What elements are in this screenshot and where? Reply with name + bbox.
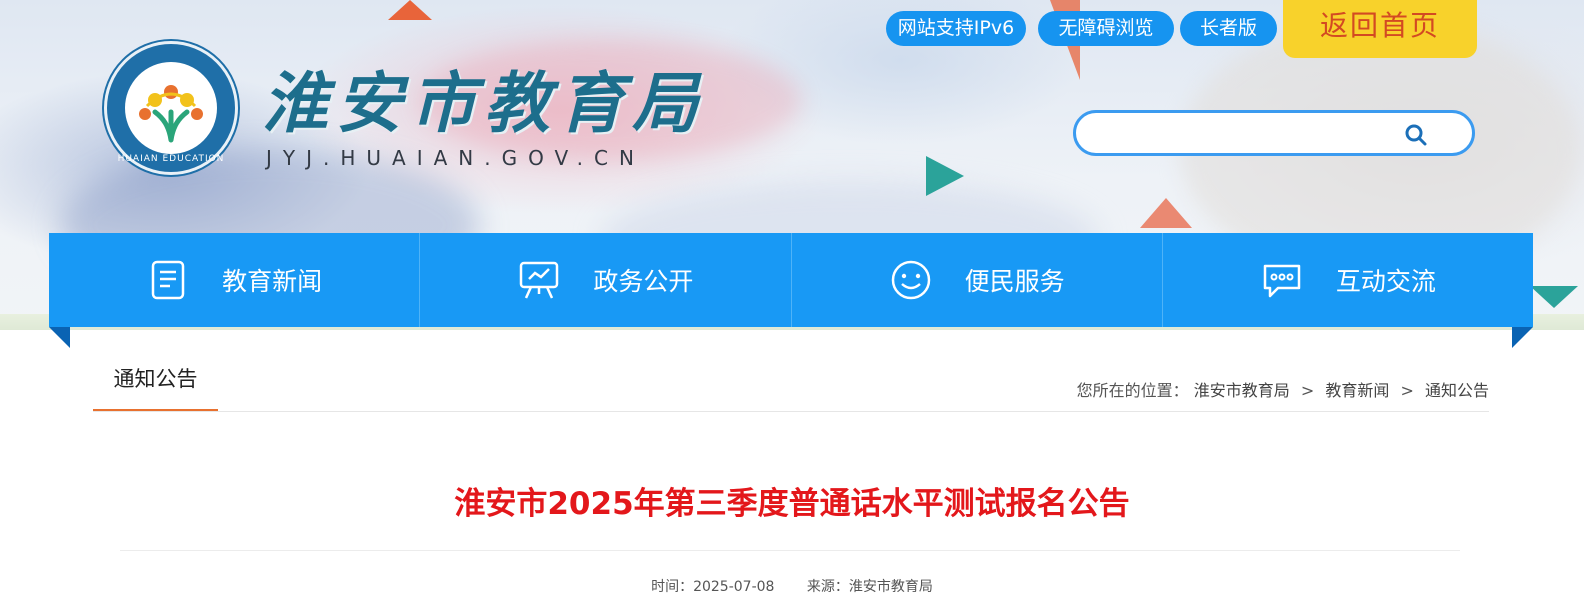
breadcrumb-prefix: 您所在的位置： (1076, 381, 1189, 400)
document-icon (151, 260, 185, 300)
nav-item-label: 便民服务 (964, 267, 1065, 296)
site-domain: JYJ.HUAIAN.GOV.CN (266, 146, 645, 170)
site-logo[interactable]: HUAIAN EDUCATION (104, 41, 238, 175)
article-meta: 时间：2025-07-08 来源：淮安市教育局 (0, 576, 1584, 596)
elder-mode-link[interactable]: 长者版 (1180, 11, 1277, 46)
nav-fold-left (49, 327, 70, 348)
search-icon[interactable] (1404, 123, 1428, 147)
breadcrumb-item[interactable]: 淮安市教育局 (1194, 381, 1290, 400)
tab-notices[interactable]: 通知公告 (93, 355, 218, 411)
site-name: 淮安市教育局 (262, 64, 706, 142)
accessibility-link[interactable]: 无障碍浏览 (1038, 11, 1174, 46)
breadcrumb-separator: > (1400, 381, 1414, 400)
decor-triangle (926, 156, 964, 196)
main-nav: 教育新闻 政务公开 便民服务 互动交流 (49, 233, 1533, 327)
nav-fold-right (1512, 327, 1533, 348)
breadcrumb-separator: > (1300, 381, 1315, 400)
decor-triangle (388, 0, 432, 20)
breadcrumb: 您所在的位置： 淮安市教育局 > 教育新闻 > 通知公告 (1077, 377, 1489, 401)
nav-item-public-services[interactable]: 便民服务 (792, 233, 1163, 327)
section-tabbar: 通知公告 您所在的位置： 淮安市教育局 > 教育新闻 > 通知公告 (93, 355, 1489, 412)
nav-item-label: 互动交流 (1335, 267, 1436, 296)
search-box[interactable] (1073, 110, 1475, 156)
chat-bubble-icon (1263, 264, 1301, 298)
article-source: 来源：淮安市教育局 (806, 579, 933, 595)
home-button[interactable]: 返回首页 (1283, 0, 1477, 58)
ipv6-link[interactable]: 网站支持IPv6 (886, 11, 1026, 46)
search-input[interactable] (1096, 121, 1400, 149)
nav-item-label: 教育新闻 (222, 267, 323, 296)
nav-item-education-news[interactable]: 教育新闻 (49, 233, 421, 327)
presentation-board-icon (520, 261, 559, 299)
breadcrumb-item[interactable]: 通知公告 (1425, 381, 1489, 400)
publish-time: 时间：2025-07-08 (651, 579, 775, 595)
decor-triangle (1530, 286, 1578, 308)
smiley-icon (891, 260, 930, 300)
tree-emblem-icon (139, 85, 203, 143)
decor-triangle (1140, 198, 1192, 228)
seal-text: HUAIAN EDUCATION (117, 154, 225, 164)
divider (120, 550, 1460, 551)
nav-item-label: 政务公开 (593, 267, 694, 296)
nav-item-government-affairs[interactable]: 政务公开 (420, 233, 792, 327)
article-title: 淮安市2025年第三季度普通话水平测试报名公告 (454, 486, 1130, 522)
nav-item-interaction[interactable]: 互动交流 (1163, 233, 1533, 327)
breadcrumb-item[interactable]: 教育新闻 (1325, 381, 1389, 400)
